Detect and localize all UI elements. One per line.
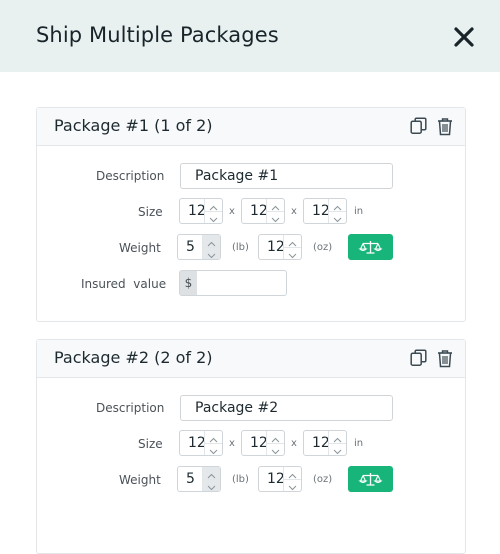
oz-unit: (oz) [313,242,333,253]
trash-icon[interactable] [436,117,454,136]
decrement-icon[interactable] [267,443,284,455]
weight-lb-value: 5 [186,239,195,255]
lb-unit: (lb) [232,242,249,253]
weight-lb-value: 5 [186,471,195,487]
decrement-icon[interactable] [203,247,220,259]
times-separator: x [291,438,297,449]
width-stepper[interactable]: 12 [241,198,285,224]
weight-oz-stepper[interactable]: 12 [258,234,302,260]
times-separator: x [229,438,235,449]
decrement-icon[interactable] [267,211,284,223]
description-input[interactable]: Package #2 [180,395,393,421]
stepper-arrows [202,235,220,259]
lb-unit: (lb) [232,474,249,485]
scale-icon [358,241,383,254]
weight-label: Weight [119,241,161,255]
decrement-icon[interactable] [203,479,220,491]
stepper-arrows [328,431,346,455]
size-unit: in [354,206,364,217]
dialog-header: Ship Multiple Packages [0,0,500,72]
decrement-icon[interactable] [284,479,301,491]
stepper-arrows [328,199,346,223]
stepper-arrows [202,467,220,491]
copy-icon[interactable] [410,117,428,136]
package-title: Package #1 (1 of 2) [54,116,213,135]
height-stepper[interactable]: 12 [303,198,347,224]
close-icon[interactable] [451,24,477,50]
length-stepper[interactable]: 12 [179,198,223,224]
weight-oz-stepper[interactable]: 12 [258,466,302,492]
package-header: Package #1 (1 of 2) [37,108,465,146]
stepper-arrows [266,199,284,223]
weigh-scale-button[interactable] [348,234,393,260]
stepper-arrows [204,431,222,455]
weight-lb-stepper[interactable]: 5 [177,234,221,260]
length-stepper[interactable]: 12 [179,430,223,456]
decrement-icon[interactable] [329,211,346,223]
package-header: Package #2 (2 of 2) [37,340,465,378]
currency-prefix: $ [180,271,197,295]
width-stepper[interactable]: 12 [241,430,285,456]
size-unit: in [354,438,364,449]
stepper-arrows [283,467,301,491]
package-body: Description Package #1 Size 12 x 12 x 12 [37,146,465,321]
scale-icon [358,473,383,486]
height-stepper[interactable]: 12 [303,430,347,456]
oz-unit: (oz) [313,474,333,485]
decrement-icon[interactable] [329,443,346,455]
trash-icon[interactable] [436,349,454,368]
dialog-title: Ship Multiple Packages [36,23,279,47]
stepper-arrows [283,235,301,259]
times-separator: x [291,206,297,217]
insured-value-input[interactable]: $ [179,270,287,296]
package-title: Package #2 (2 of 2) [54,348,213,367]
weight-lb-stepper[interactable]: 5 [177,466,221,492]
weigh-scale-button[interactable] [348,466,393,492]
decrement-icon[interactable] [284,247,301,259]
times-separator: x [229,206,235,217]
description-input[interactable]: Package #1 [180,163,393,189]
package-panel-1: Package #1 (1 of 2) Description Package … [36,107,466,322]
decrement-icon[interactable] [205,211,222,223]
stepper-arrows [204,199,222,223]
size-label: Size [138,205,163,219]
description-label: Description [96,169,165,183]
description-label: Description [96,401,165,415]
insured-value-field[interactable] [198,271,286,295]
package-panel-2: Package #2 (2 of 2) Description Package … [36,339,466,554]
copy-icon[interactable] [410,349,428,368]
size-label: Size [138,437,163,451]
package-body: Description Package #2 Size 12 x 12 x 12 [37,378,465,553]
stepper-arrows [266,431,284,455]
weight-label: Weight [119,473,161,487]
decrement-icon[interactable] [205,443,222,455]
insured-value-label: Insured value [81,277,167,291]
